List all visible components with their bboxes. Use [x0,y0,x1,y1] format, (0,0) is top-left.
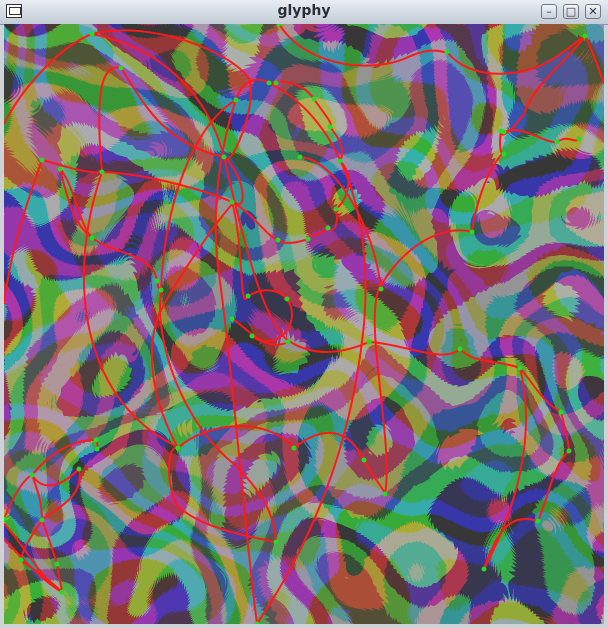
glyph-canvas[interactable] [4,24,604,624]
minimize-icon: – [546,5,552,18]
minimize-button[interactable]: – [541,4,557,19]
app-window: glyphy – □ ✕ [0,0,608,628]
maximize-icon: □ [565,5,577,18]
close-icon: ✕ [588,5,598,18]
distance-field-contours [4,24,604,624]
window-title: glyphy [277,3,331,19]
maximize-button[interactable]: □ [563,4,579,19]
title-bar[interactable]: glyphy – □ ✕ [0,0,608,25]
close-button[interactable]: ✕ [585,4,601,19]
glyph-render [4,24,604,624]
